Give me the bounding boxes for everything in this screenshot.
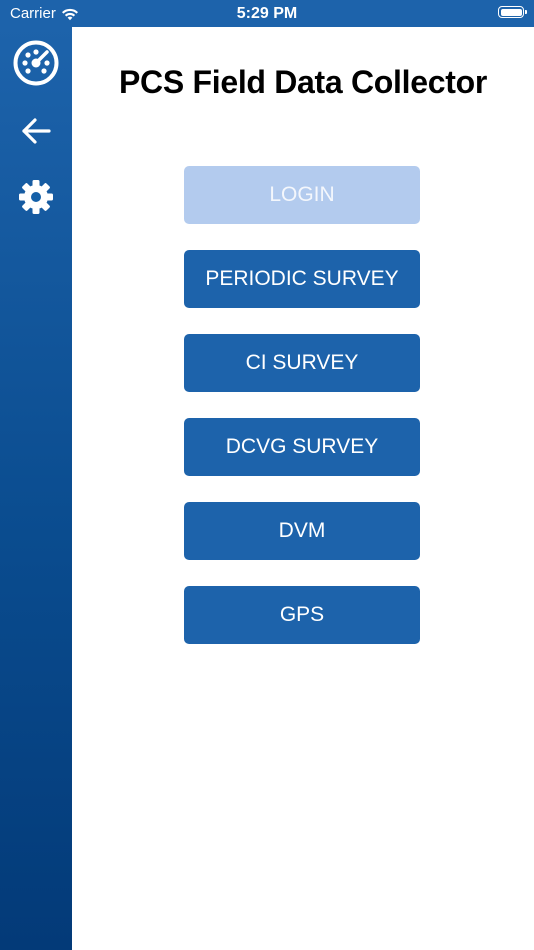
periodic-survey-button[interactable]: PERIODIC SURVEY bbox=[184, 250, 420, 308]
gear-icon bbox=[19, 180, 53, 214]
gps-button[interactable]: GPS bbox=[184, 586, 420, 644]
dashboard-button[interactable] bbox=[11, 38, 61, 88]
ci-survey-button[interactable]: CI SURVEY bbox=[184, 334, 420, 392]
back-button[interactable] bbox=[11, 106, 61, 156]
dcvg-survey-button[interactable]: DCVG SURVEY bbox=[184, 418, 420, 476]
clock: 5:29 PM bbox=[236, 5, 298, 22]
sidebar bbox=[0, 27, 72, 950]
battery-icon bbox=[498, 6, 527, 18]
dvm-button[interactable]: DVM bbox=[184, 502, 420, 560]
status-bar: Carrier 5:29 PM bbox=[0, 0, 534, 27]
settings-button[interactable] bbox=[11, 172, 61, 222]
page-title: PCS Field Data Collector bbox=[119, 64, 487, 100]
login-button[interactable]: LOGIN bbox=[184, 166, 420, 224]
back-arrow-icon bbox=[22, 118, 51, 144]
dashboard-icon bbox=[13, 40, 59, 86]
